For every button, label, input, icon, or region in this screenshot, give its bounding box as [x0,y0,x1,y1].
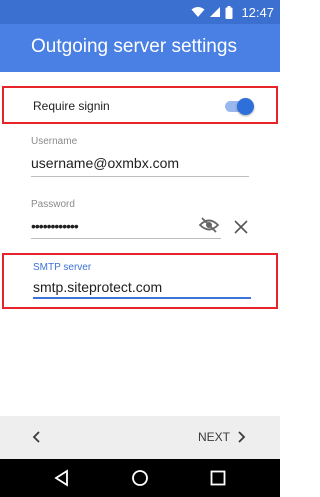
settings-form: Require signin Username username@oxmbx.c… [0,72,280,416]
next-button[interactable]: NEXT [198,426,248,448]
status-icons: 12:47 [191,0,274,24]
battery-icon [225,5,233,19]
bottom-action-bar: NEXT [0,416,280,459]
username-field[interactable]: username@oxmbx.com [31,155,179,171]
home-circle-icon[interactable] [130,468,150,488]
require-signin-toggle[interactable] [225,98,254,115]
status-bar: 12:47 [0,0,280,24]
username-underline [31,176,249,177]
password-label: Password [31,199,75,210]
next-label: NEXT [198,430,231,444]
visibility-off-icon[interactable] [199,217,219,233]
password-underline [31,238,221,239]
clear-icon[interactable] [234,220,248,234]
wifi-icon [191,7,205,17]
app-bar: Outgoing server settings [0,24,280,72]
smtp-underline [33,297,251,299]
username-label: Username [31,136,78,147]
recents-square-icon[interactable] [208,468,228,488]
smtp-server-group: SMTP server smtp.siteprotect.com [2,253,278,309]
back-button[interactable] [26,426,48,448]
system-nav-bar [0,459,280,497]
password-field[interactable]: •••••••••••• [31,218,79,234]
require-signin-label: Require signin [33,99,110,113]
status-time: 12:47 [241,4,274,20]
back-triangle-icon[interactable] [52,468,72,488]
page-title: Outgoing server settings [31,36,237,57]
require-signin-row[interactable]: Require signin [2,86,278,124]
chevron-left-icon [32,431,40,443]
chevron-right-icon [238,431,246,443]
signal-icon [210,7,221,17]
toggle-thumb [237,98,254,115]
smtp-server-label: SMTP server [33,262,92,273]
smtp-server-field[interactable]: smtp.siteprotect.com [33,279,162,295]
